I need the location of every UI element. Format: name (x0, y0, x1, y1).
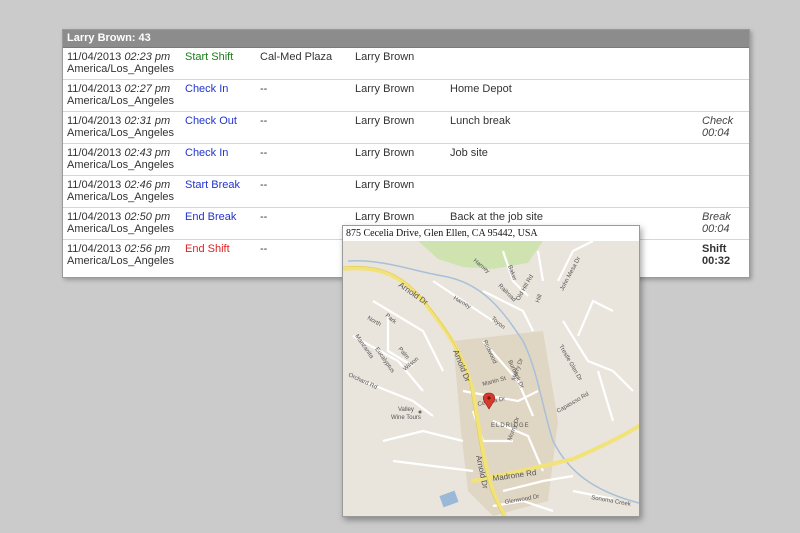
action-cell: End Shift (185, 243, 230, 255)
map-address: 875 Cecelia Drive, Glen Ellen, CA 95442,… (343, 226, 639, 241)
note-cell: Home Depot (446, 79, 698, 112)
employee-cell: Larry Brown (351, 175, 446, 208)
timezone: America/Los_Angeles (67, 127, 175, 139)
employee-cell: Larry Brown (351, 143, 446, 176)
duration-label: Shift (702, 243, 727, 255)
action-cell: Check Out (181, 111, 256, 144)
timestamp-cell: 11/04/2013 02:27 pm America/Los_Angeles (63, 79, 181, 112)
timezone: America/Los_Angeles (67, 95, 175, 107)
date: 11/04/2013 (67, 243, 122, 255)
timezone: America/Los_Angeles (67, 159, 175, 171)
duration-cell (698, 79, 749, 112)
action-cell: Start Break (181, 175, 256, 208)
duration-label: Check (702, 115, 734, 127)
map-popup[interactable]: 875 Cecelia Drive, Glen Ellen, CA 95442,… (342, 225, 640, 517)
time: 02:23 pm (124, 51, 171, 63)
timestamp-cell: 11/04/2013 02:31 pm America/Los_Angeles (63, 111, 181, 144)
time: 02:43 pm (124, 147, 171, 159)
action-cell: Start Shift (181, 48, 256, 80)
panel-title: Larry Brown: 43 (63, 30, 749, 48)
table-row: 11/04/2013 02:43 pm America/Los_Angeles Ch… (63, 143, 749, 176)
duration-cell: Break 00:04 (698, 207, 749, 240)
note-cell (446, 48, 698, 80)
timestamp-cell: 11/04/2013 02:23 pm America/Los_Angeles (63, 48, 181, 80)
timestamp-cell: 11/04/2013 02:50 pm America/Los_Angeles (63, 207, 181, 240)
table-row: 11/04/2013 02:46 pm America/Los_Angeles St… (63, 175, 749, 208)
duration-cell (698, 175, 749, 208)
action-cell: Check In (181, 143, 256, 176)
timestamp-cell: 11/04/2013 02:43 pm America/Los_Angeles (63, 143, 181, 176)
time: 02:46 pm (124, 179, 171, 191)
time: 02:56 pm (124, 243, 171, 255)
street-map[interactable]: Arnold Dr Arnold Dr Arnold Dr Harney Rai… (343, 241, 639, 516)
note-cell: Job site (446, 143, 698, 176)
table-row: 11/04/2013 02:23 pm America/Los_Angeles St… (63, 48, 749, 80)
location-cell: Cal-Med Plaza (256, 48, 351, 80)
timezone: America/Los_Angeles (67, 191, 175, 203)
timestamp-cell: 11/04/2013 02:46 pm America/Los_Angeles (63, 175, 181, 208)
map-label-valley: Valley (398, 407, 414, 413)
note-cell (446, 175, 698, 208)
location-cell: -- (256, 207, 351, 240)
employee-cell: Larry Brown (351, 48, 446, 80)
duration-value: 00:32 (702, 255, 731, 267)
action-cell: End Break (181, 207, 256, 240)
date: 11/04/2013 (67, 115, 122, 127)
location-cell: -- (256, 175, 351, 208)
location-cell: -- (256, 111, 351, 144)
duration-value: 00:04 (702, 127, 730, 139)
date: 11/04/2013 (67, 83, 122, 95)
duration-cell: Shift 00:32 (698, 240, 749, 272)
location-cell: -- (256, 79, 351, 112)
note-cell: Lunch break (446, 111, 698, 144)
employee-cell: Larry Brown (351, 79, 446, 112)
timezone: America/Los_Angeles (67, 63, 175, 75)
table-row: 11/04/2013 02:27 pm America/Los_Angeles Ch… (63, 79, 749, 112)
employee-cell: Larry Brown (351, 111, 446, 144)
date: 11/04/2013 (67, 211, 122, 223)
map-label-wine-tours: Wine Tours (391, 415, 421, 421)
duration-cell: Check 00:04 (698, 111, 749, 144)
date: 11/04/2013 (67, 179, 122, 191)
duration-label: Break (702, 211, 731, 223)
time: 02:31 pm (124, 115, 171, 127)
duration-cell (698, 143, 749, 176)
time: 02:27 pm (124, 83, 171, 95)
time: 02:50 pm (124, 211, 171, 223)
timezone: America/Los_Angeles (67, 255, 175, 267)
date: 11/04/2013 (67, 51, 122, 63)
timezone: America/Los_Angeles (67, 223, 175, 235)
location-cell: -- (256, 143, 351, 176)
poi-dot (418, 410, 422, 414)
map-label-eldridge: ELDRIDGE (491, 423, 530, 429)
location-cell: -- (260, 243, 268, 255)
date: 11/04/2013 (67, 147, 122, 159)
duration-value: 00:04 (702, 223, 730, 235)
timestamp-cell: 11/04/2013 02:56 pm America/Los_Angeles (63, 240, 181, 272)
table-row: 11/04/2013 02:31 pm America/Los_Angeles Ch… (63, 111, 749, 144)
duration-cell (698, 48, 749, 80)
action-cell: Check In (181, 79, 256, 112)
